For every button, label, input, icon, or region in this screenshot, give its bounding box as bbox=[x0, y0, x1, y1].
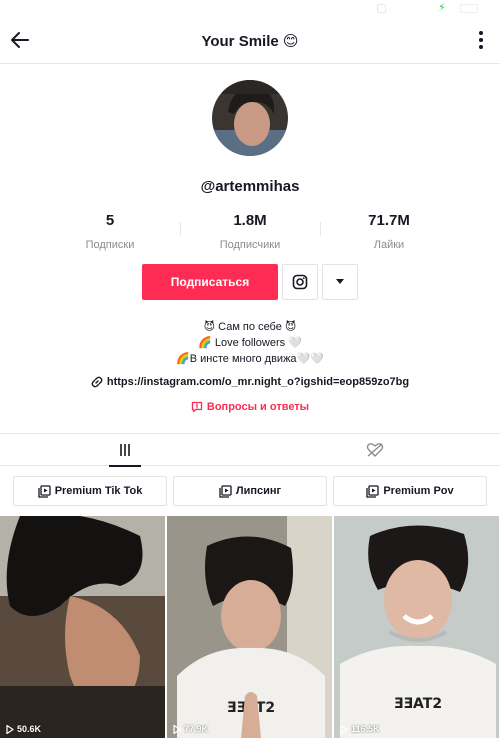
bio-line: 🌈 Love followers 🤍 bbox=[198, 337, 302, 349]
link-icon bbox=[91, 376, 103, 388]
liked-hidden-icon bbox=[366, 443, 384, 457]
play-icon bbox=[340, 724, 348, 734]
video-thumbnail[interactable]: ƎƎAT2 116.5K bbox=[334, 516, 499, 738]
link-text: https://instagram.com/o_mr.night_o?igshi… bbox=[106, 376, 410, 388]
playlist-label: Premium Pov bbox=[383, 485, 454, 497]
followers-count: 1.8M bbox=[233, 212, 267, 229]
qa-link[interactable]: Вопросы и ответы bbox=[0, 401, 500, 413]
profile-link[interactable]: https://instagram.com/o_mr.night_o?igshi… bbox=[0, 376, 500, 388]
playlist-button[interactable]: Premium Pov bbox=[333, 476, 487, 506]
bio-line: 😈 Сам по себе 😈 bbox=[203, 321, 297, 333]
charging-icon: ⚡ bbox=[438, 2, 446, 14]
qa-icon bbox=[191, 401, 203, 413]
instagram-icon bbox=[292, 274, 308, 290]
likes-count: 71.7M bbox=[368, 212, 410, 229]
view-count: 116.5K bbox=[340, 724, 380, 734]
svg-text:ƎƎAT2: ƎƎAT2 bbox=[394, 696, 442, 712]
video-thumbnail[interactable]: ƎƎAT2 77.9K bbox=[167, 516, 332, 738]
battery-icon bbox=[460, 4, 478, 13]
status-bar: ⚡ bbox=[0, 0, 500, 18]
following-label: Подписки bbox=[85, 239, 135, 251]
stat-likes[interactable]: 71.7M Лайки bbox=[314, 212, 464, 251]
view-count: 50.6K bbox=[6, 724, 41, 734]
avatar[interactable] bbox=[212, 80, 288, 156]
tab-liked[interactable] bbox=[250, 434, 500, 466]
playlist-button[interactable]: Premium Tik Tok bbox=[13, 476, 167, 506]
header: Your Smile 😊 bbox=[0, 18, 500, 64]
stat-followers[interactable]: 1.8M Подписчики bbox=[175, 212, 325, 251]
follow-button[interactable]: Подписаться bbox=[142, 264, 278, 300]
video-thumbnail[interactable]: 50.6K bbox=[0, 516, 165, 738]
bio-line: 🌈В инсте много движа🤍🤍 bbox=[176, 353, 324, 365]
view-count: 77.9K bbox=[173, 724, 208, 734]
qa-label: Вопросы и ответы bbox=[206, 401, 310, 413]
content-tabs bbox=[0, 433, 500, 467]
username: @artemmihas bbox=[200, 178, 300, 195]
playlist-label: Premium Tik Tok bbox=[54, 485, 143, 497]
playlist-icon bbox=[366, 484, 379, 498]
more-options-button[interactable] bbox=[476, 28, 486, 52]
suggested-accounts-button[interactable] bbox=[322, 264, 358, 300]
tab-videos[interactable] bbox=[0, 434, 250, 467]
following-count: 5 bbox=[105, 212, 115, 229]
more-vertical-icon bbox=[479, 31, 483, 49]
caret-down-icon bbox=[336, 279, 344, 284]
play-icon bbox=[6, 724, 14, 734]
page-title: Your Smile 😊 bbox=[201, 33, 299, 50]
instagram-button[interactable] bbox=[282, 264, 318, 300]
stat-following[interactable]: 5 Подписки bbox=[35, 212, 185, 251]
status-icon bbox=[377, 4, 386, 13]
active-tab-indicator bbox=[109, 465, 141, 467]
playlist-icon bbox=[219, 484, 232, 498]
playlist-label: Липсинг bbox=[235, 485, 282, 497]
playlist-icon bbox=[38, 484, 51, 498]
play-icon bbox=[173, 724, 181, 734]
followers-label: Подписчики bbox=[219, 239, 281, 251]
grid-icon bbox=[120, 444, 130, 456]
playlist-button[interactable]: Липсинг bbox=[173, 476, 327, 506]
likes-label: Лайки bbox=[373, 239, 405, 251]
